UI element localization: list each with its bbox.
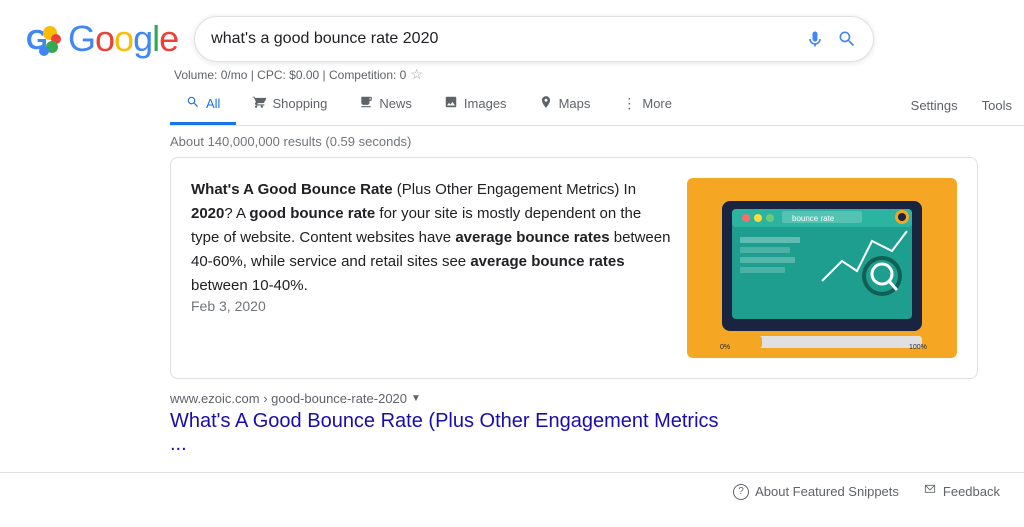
url-dropdown-arrow[interactable]: ▼ — [411, 393, 421, 404]
svg-text:bounce rate: bounce rate — [792, 214, 835, 223]
snippet-image: bounce rate 0% 100% — [687, 178, 957, 358]
volume-bar: Volume: 0/mo | CPC: $0.00 | Competition:… — [170, 66, 1024, 83]
tab-more-label: More — [642, 96, 672, 111]
tab-all[interactable]: All — [170, 85, 236, 125]
feedback-icon — [923, 483, 937, 500]
question-icon: ? — [733, 484, 749, 500]
results-count: About 140,000,000 results (0.59 seconds) — [170, 134, 411, 149]
tab-maps[interactable]: Maps — [523, 85, 607, 125]
svg-text:100%: 100% — [909, 344, 927, 351]
tab-more[interactable]: ⋮ More — [606, 85, 688, 125]
tab-shopping[interactable]: Shopping — [236, 85, 343, 125]
snippet-date: Feb 3, 2020 — [191, 298, 266, 314]
feedback-label: Feedback — [943, 484, 1000, 499]
tab-all-label: All — [206, 96, 220, 111]
tab-news[interactable]: News — [343, 85, 428, 125]
news-icon — [359, 95, 373, 112]
about-snippets-label: About Featured Snippets — [755, 484, 899, 499]
volume-text: Volume: 0/mo | CPC: $0.00 | Competition:… — [174, 68, 406, 82]
header: G Google what's a good bounce rate 2020 — [0, 0, 1024, 62]
footer-bar: ? About Featured Snippets Feedback — [0, 472, 1024, 510]
search-bar: what's a good bounce rate 2020 — [194, 16, 874, 62]
results-info: About 140,000,000 results (0.59 seconds) — [0, 126, 1024, 157]
settings-link[interactable]: Settings — [899, 88, 970, 123]
tab-images-label: Images — [464, 96, 507, 111]
tabs: All Shopping News — [170, 85, 1024, 126]
featured-snippet-card: What's A Good Bounce Rate (Plus Other En… — [170, 157, 978, 379]
snippet-bold3: average bounce rates — [470, 253, 624, 270]
search-bar-wrapper: what's a good bounce rate 2020 — [194, 16, 874, 62]
maps-icon — [539, 95, 553, 112]
all-search-icon — [186, 95, 200, 112]
tab-images[interactable]: Images — [428, 85, 523, 125]
settings-tools: Settings Tools — [899, 88, 1024, 123]
result-title-link[interactable]: What's A Good Bounce Rate (Plus Other En… — [0, 410, 720, 456]
shopping-icon — [252, 95, 266, 112]
tab-maps-label: Maps — [559, 96, 591, 111]
tools-link[interactable]: Tools — [970, 88, 1024, 123]
tab-news-label: News — [379, 96, 412, 111]
star-icon[interactable]: ☆ — [410, 66, 423, 83]
bounce-rate-illustration: bounce rate 0% 100% — [692, 181, 952, 356]
snippet-body4: between 10-40%. — [191, 277, 308, 294]
search-button[interactable] — [837, 29, 857, 49]
feedback-link[interactable]: Feedback — [923, 483, 1000, 500]
svg-text:0%: 0% — [720, 344, 730, 351]
tab-shopping-label: Shopping — [272, 96, 327, 111]
mic-button[interactable] — [805, 29, 825, 49]
images-icon — [444, 95, 458, 112]
result-url: www.ezoic.com › good-bounce-rate-2020 — [170, 391, 407, 406]
snippet-body: What's A Good Bounce Rate (Plus Other En… — [191, 178, 671, 298]
nav-row: Volume: 0/mo | CPC: $0.00 | Competition:… — [0, 66, 1024, 126]
snippet-year: 2020 — [191, 205, 224, 222]
more-icon: ⋮ — [622, 95, 636, 112]
snippet-bold2: average bounce rates — [455, 229, 609, 246]
snippet-text-area: What's A Good Bounce Rate (Plus Other En… — [191, 178, 671, 358]
search-input[interactable]: what's a good bounce rate 2020 — [211, 30, 793, 48]
snippet-title-rest: (Plus Other Engagement Metrics) In — [393, 181, 636, 198]
snippet-bold1: good bounce rate — [249, 205, 375, 222]
google-logo-icon: G — [24, 19, 64, 59]
snippet-title-bold: What's A Good Bounce Rate — [191, 181, 393, 198]
logo-wordmark: Google — [68, 18, 178, 60]
snippet-body1: ? A — [224, 205, 249, 222]
result-url-row: www.ezoic.com › good-bounce-rate-2020 ▼ — [0, 391, 1024, 406]
about-snippets-link[interactable]: ? About Featured Snippets — [733, 484, 899, 500]
google-logo[interactable]: G Google — [24, 18, 178, 60]
